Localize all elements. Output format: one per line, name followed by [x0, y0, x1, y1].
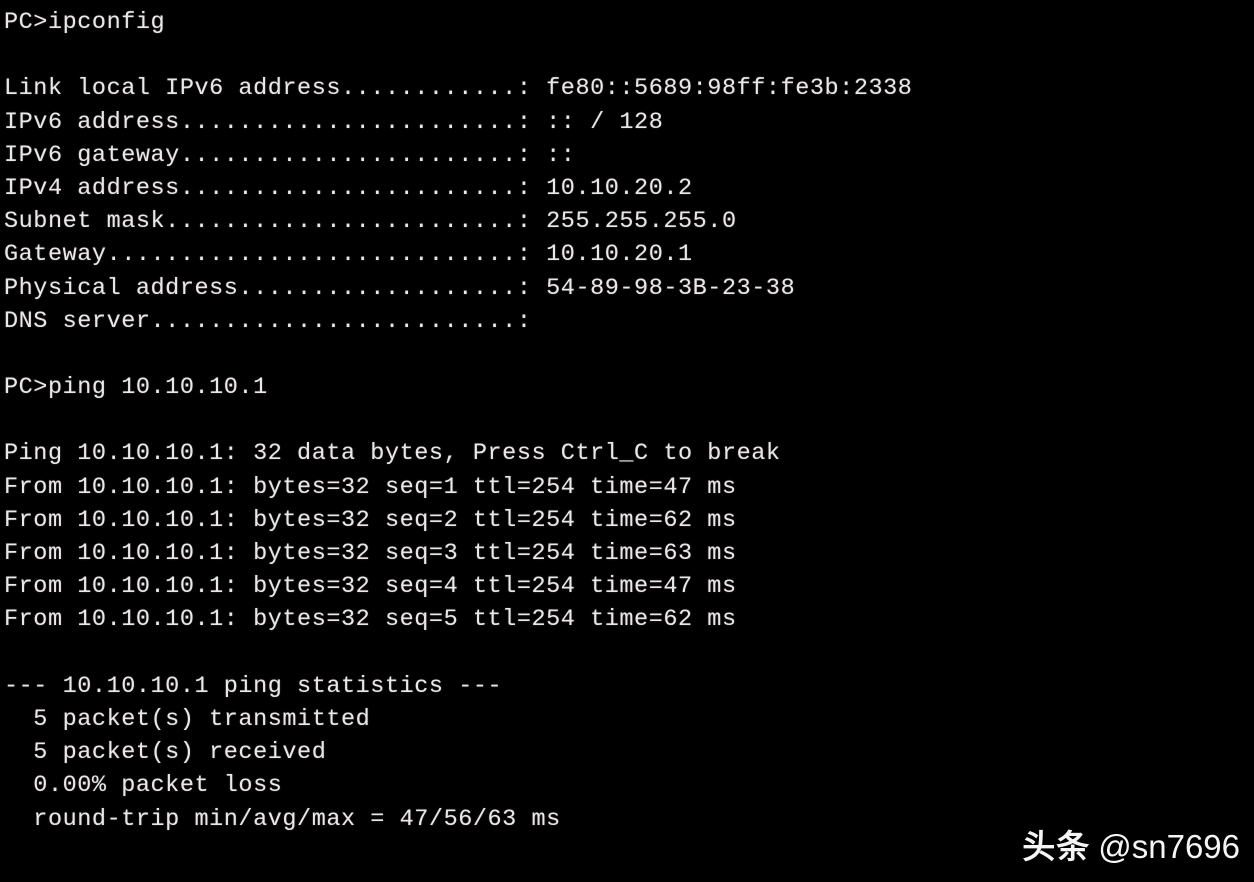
ping-statistics-header: --- 10.10.10.1 ping statistics ---	[4, 672, 503, 700]
ipconfig-row-dns-server: DNS server.........................:	[4, 307, 532, 335]
ipconfig-row-subnet-mask: Subnet mask........................: 255…	[4, 208, 737, 236]
ping-reply-line-4: From 10.10.10.1: bytes=32 seq=4 ttl=254 …	[4, 573, 737, 601]
command-line-ipconfig: PC>ipconfig	[4, 9, 166, 36]
ipconfig-row-link-local-ipv6-address: Link local IPv6 address............: fe8…	[4, 75, 913, 103]
ping-reply-line-3: From 10.10.10.1: bytes=32 seq=3 ttl=254 …	[4, 540, 737, 567]
ipconfig-row-ipv6-gateway: IPv6 gateway.......................: ::	[4, 141, 576, 169]
command-line-ping: PC>ping 10.10.10.1	[4, 374, 268, 402]
ping-reply-line-5: From 10.10.10.1: bytes=32 seq=5 ttl=254 …	[4, 606, 737, 634]
ipconfig-row-gateway: Gateway............................: 10.…	[4, 241, 693, 269]
console-output: PC>ipconfig Link local IPv6 address.....…	[4, 6, 1254, 836]
ipconfig-row-physical-address: Physical address...................: 54-…	[4, 274, 796, 302]
ping-statistics-transmitted: 5 packet(s) transmitted	[4, 705, 371, 733]
ping-statistics-loss: 0.00% packet loss	[4, 772, 283, 800]
ping-statistics-received: 5 packet(s) received	[4, 739, 327, 767]
terminal-console[interactable]: PC>ipconfig Link local IPv6 address.....…	[0, 0, 1254, 882]
ping-header-line: Ping 10.10.10.1: 32 data bytes, Press Ct…	[4, 440, 781, 468]
ping-reply-line-1: From 10.10.10.1: bytes=32 seq=1 ttl=254 …	[4, 473, 737, 501]
ping-statistics-round-trip: round-trip min/avg/max = 47/56/63 ms	[4, 805, 561, 833]
ipconfig-row-ipv6-address: IPv6 address.......................: :: …	[4, 108, 664, 136]
ipconfig-row-ipv4-address: IPv4 address.......................: 10.…	[4, 174, 693, 202]
ping-reply-line-2: From 10.10.10.1: bytes=32 seq=2 ttl=254 …	[4, 506, 737, 534]
